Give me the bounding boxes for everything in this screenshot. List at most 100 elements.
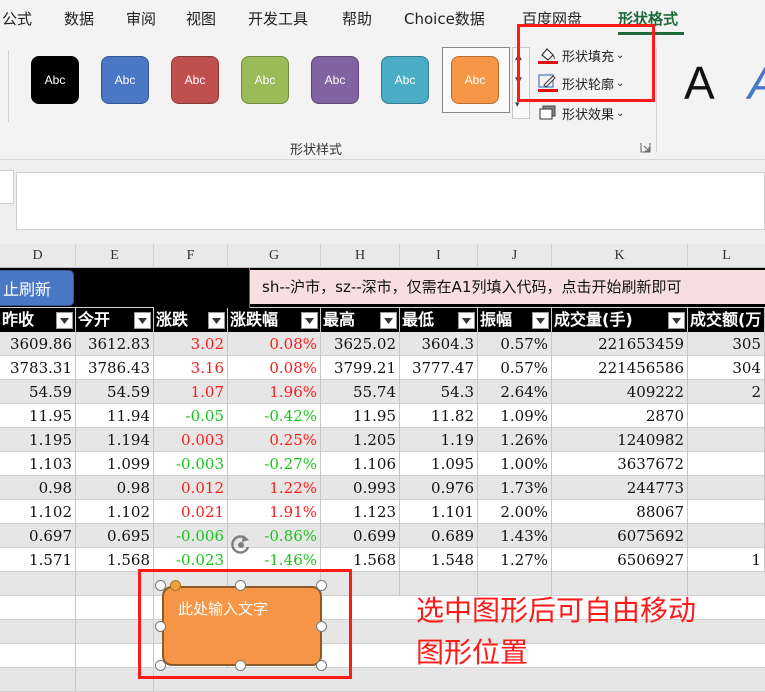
cell-prev-close[interactable]: 1.571 [0,548,76,572]
cell-amplitude[interactable]: 0.57% [478,356,552,380]
cell-change-pct[interactable]: 1.96% [228,380,321,404]
cell-high[interactable]: 55.74 [321,380,400,404]
cell-turnover[interactable]: 1 [688,548,765,572]
cell-open[interactable]: 1.194 [76,428,154,452]
filter-dropdown-icon[interactable] [668,312,685,329]
cell-prev-close[interactable]: 54.59 [0,380,76,404]
cell-low[interactable]: 1.101 [400,500,478,524]
cell-change-pct[interactable]: -0.27% [228,452,321,476]
grid-cell[interactable] [0,644,76,668]
cell-change-pct[interactable]: 1.91% [228,500,321,524]
cell-turnover[interactable] [688,404,765,428]
cell-volume[interactable]: 409222 [552,380,688,404]
header-turnover[interactable]: 成交额(万 [688,308,765,332]
wordart-style-black[interactable]: A [684,56,715,110]
cell-turnover[interactable]: 2 [688,380,765,404]
cell-low[interactable]: 11.82 [400,404,478,428]
filter-dropdown-icon[interactable] [458,312,475,329]
cell-high[interactable]: 11.95 [321,404,400,428]
filter-dropdown-icon[interactable] [134,312,151,329]
shape-style-green[interactable]: Abc [241,56,289,104]
cell-prev-close[interactable]: 0.697 [0,524,76,548]
cell-volume[interactable]: 1240982 [552,428,688,452]
tab-developer[interactable]: 开发工具 [248,8,308,29]
grid-cell[interactable] [0,572,76,596]
tab-formulas[interactable]: 公式 [2,8,32,29]
cell-change[interactable]: -0.006 [154,524,228,548]
cell-volume[interactable]: 6075692 [552,524,688,548]
cell-amplitude[interactable]: 1.27% [478,548,552,572]
column-header-f[interactable]: F [154,244,228,268]
cell-low[interactable]: 3604.3 [400,332,478,356]
grid-cell[interactable] [154,268,250,308]
name-box[interactable] [0,170,14,204]
cell-turnover[interactable] [688,524,765,548]
cell-open[interactable]: 0.98 [76,476,154,500]
shape-effect-button[interactable]: 形状效果 ⌄ [538,103,624,123]
tab-view[interactable]: 视图 [186,8,216,29]
cell-turnover[interactable] [688,476,765,500]
grid-cell[interactable] [0,668,76,692]
filter-dropdown-icon[interactable] [532,312,549,329]
filter-dropdown-icon[interactable] [380,312,397,329]
cell-volume[interactable]: 3637672 [552,452,688,476]
column-header-d[interactable]: D [0,244,76,268]
cell-volume[interactable]: 88067 [552,500,688,524]
cell-open[interactable]: 1.102 [76,500,154,524]
cell-volume[interactable]: 221653459 [552,332,688,356]
filter-dropdown-icon[interactable] [301,312,318,329]
cell-change-pct[interactable]: -0.42% [228,404,321,428]
cell-amplitude[interactable]: 0.57% [478,332,552,356]
cell-turnover[interactable] [688,500,765,524]
cell-volume[interactable]: 244773 [552,476,688,500]
cell-prev-close[interactable]: 11.95 [0,404,76,428]
cell-high[interactable]: 0.993 [321,476,400,500]
cell-amplitude[interactable]: 1.73% [478,476,552,500]
column-header-e[interactable]: E [76,244,154,268]
column-header-l[interactable]: L [688,244,765,268]
cell-change[interactable]: -0.05 [154,404,228,428]
cell-amplitude[interactable]: 1.09% [478,404,552,428]
cell-turnover[interactable] [688,428,765,452]
cell-high[interactable]: 0.699 [321,524,400,548]
cell-open[interactable]: 11.94 [76,404,154,428]
cell-open[interactable]: 0.695 [76,524,154,548]
stop-refresh-button[interactable]: 止刷新 [0,270,74,306]
cell-change[interactable]: 0.012 [154,476,228,500]
cell-prev-close[interactable]: 1.195 [0,428,76,452]
cell-change[interactable]: 1.07 [154,380,228,404]
cell-turnover[interactable]: 305 [688,332,765,356]
cell-open[interactable]: 54.59 [76,380,154,404]
cell-amplitude[interactable]: 2.00% [478,500,552,524]
grid-cell[interactable] [0,596,76,620]
filter-dropdown-icon[interactable] [208,312,225,329]
cell-prev-close[interactable]: 0.98 [0,476,76,500]
cell-turnover[interactable] [688,452,765,476]
cell-change[interactable]: -0.003 [154,452,228,476]
cell-low[interactable]: 54.3 [400,380,478,404]
shape-style-red[interactable]: Abc [171,56,219,104]
cell-turnover[interactable]: 304 [688,356,765,380]
cell-prev-close[interactable]: 3783.31 [0,356,76,380]
column-header-h[interactable]: H [321,244,400,268]
cell-change[interactable]: 0.021 [154,500,228,524]
cell-change-pct[interactable]: 0.25% [228,428,321,452]
cell-volume[interactable]: 6506927 [552,548,688,572]
cell-high[interactable]: 3799.21 [321,356,400,380]
column-header-j[interactable]: J [478,244,552,268]
cell-change[interactable]: 3.02 [154,332,228,356]
shape-style-teal[interactable]: Abc [381,56,429,104]
tab-review[interactable]: 审阅 [126,8,156,29]
formula-input[interactable] [16,172,765,230]
cell-amplitude[interactable]: 2.64% [478,380,552,404]
cell-high[interactable]: 3625.02 [321,332,400,356]
rotate-handle-icon[interactable] [228,532,254,558]
cell-low[interactable]: 1.095 [400,452,478,476]
cell-volume[interactable]: 221456586 [552,356,688,380]
cell-amplitude[interactable]: 1.43% [478,524,552,548]
tab-choice-data[interactable]: Choice数据 [404,8,485,29]
tab-data[interactable]: 数据 [64,8,94,29]
cell-amplitude[interactable]: 1.00% [478,452,552,476]
cell-open[interactable]: 3612.83 [76,332,154,356]
grid-cell[interactable] [0,620,76,644]
